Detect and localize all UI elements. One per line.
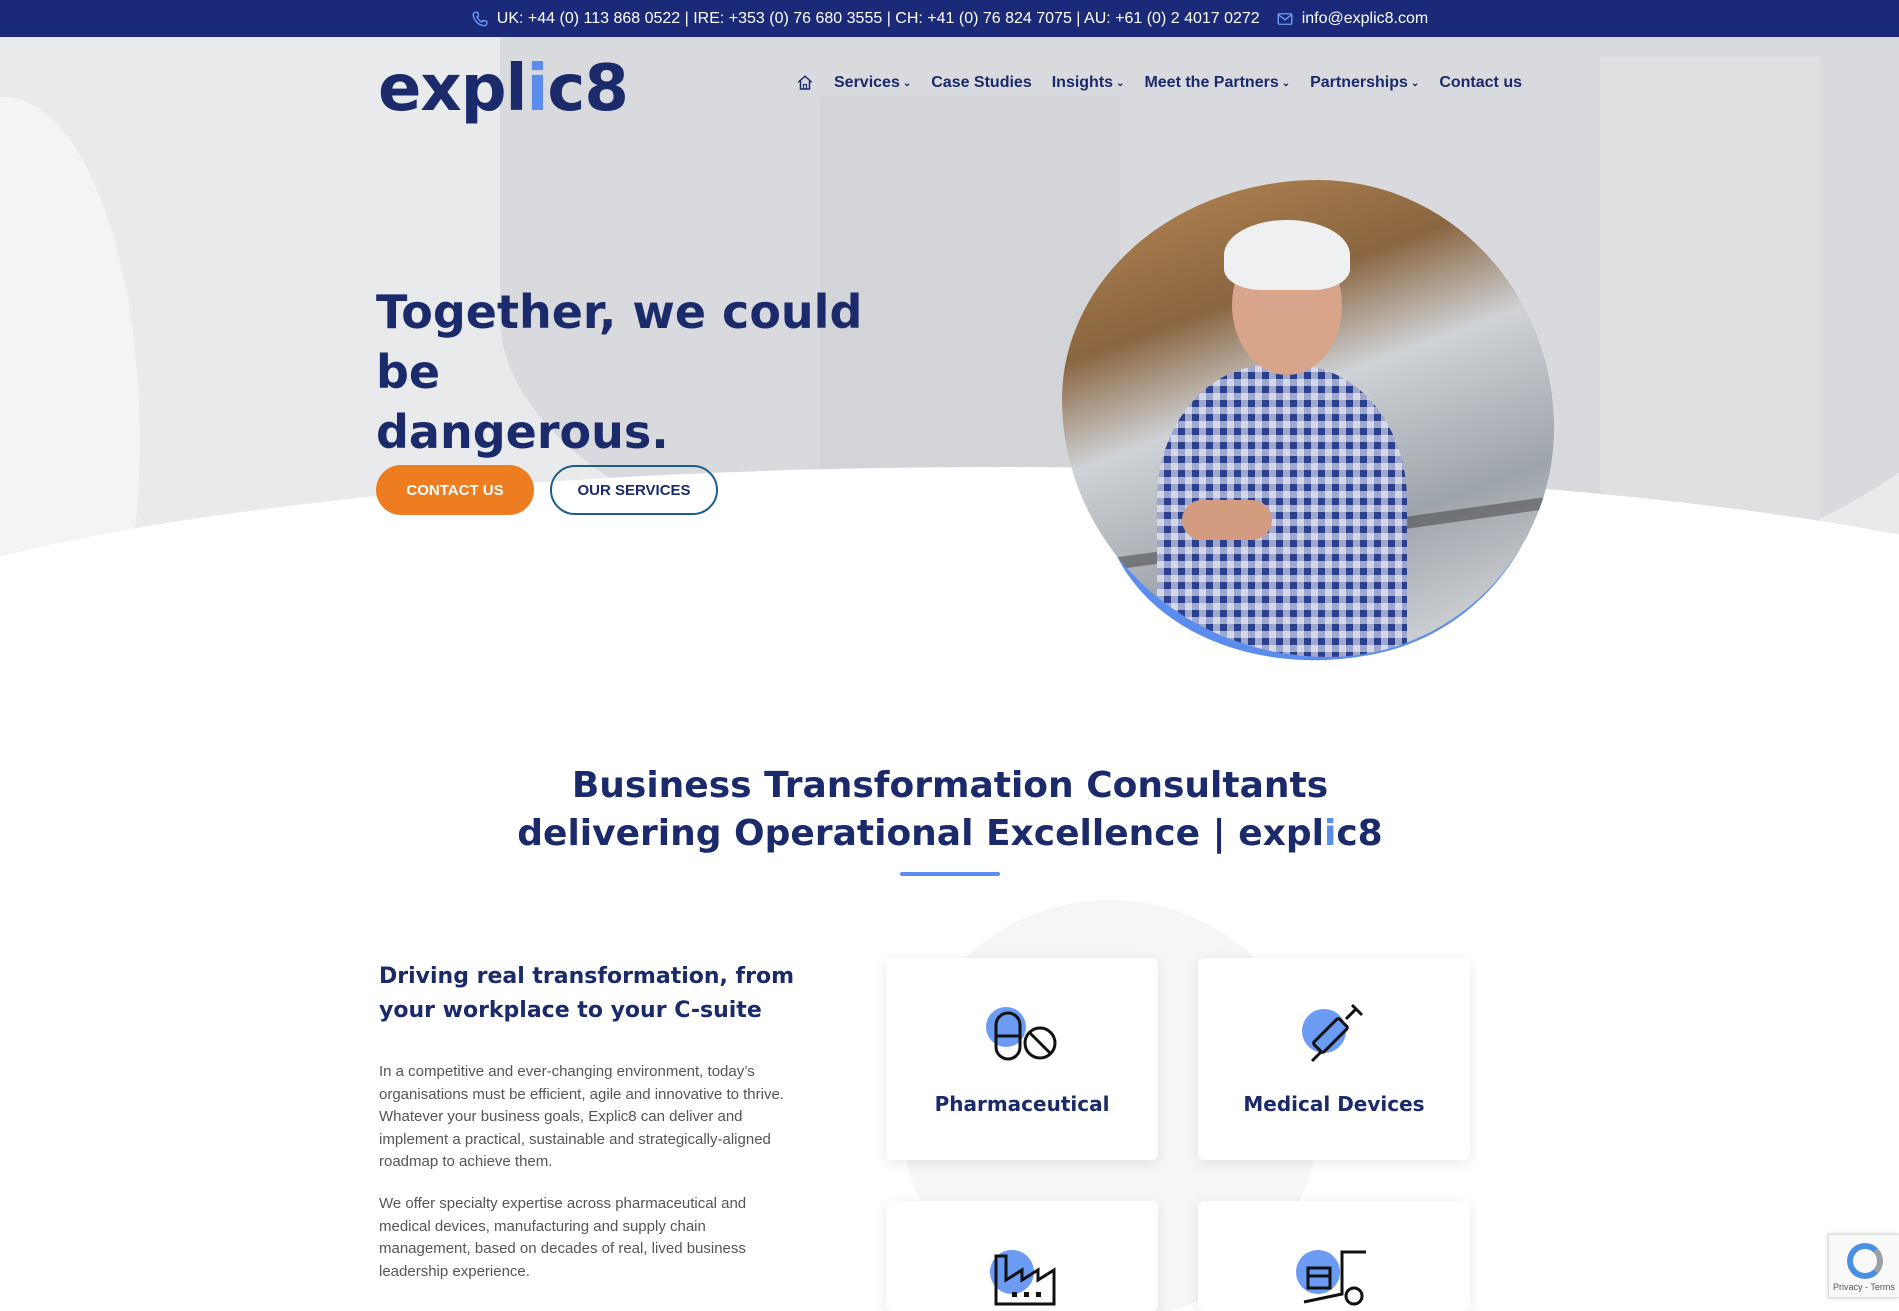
nav-item-case-studies[interactable]: Case Studies — [931, 74, 1031, 92]
hero-wave-divider — [0, 467, 1899, 737]
site-logo[interactable]: explic8 — [378, 52, 629, 126]
hero-background — [0, 37, 1899, 737]
hand-truck-icon — [1296, 1250, 1366, 1306]
title-underline — [900, 872, 1000, 876]
card-label: Pharmaceutical — [934, 1092, 1110, 1116]
card-manufacturing[interactable] — [886, 1201, 1158, 1311]
phone-numbers[interactable]: UK: +44 (0) 113 868 0522 | IRE: +353 (0)… — [497, 10, 1260, 28]
chevron-down-icon: ⌄ — [902, 77, 912, 89]
expertise-paragraph: We offer specialty expertise across phar… — [379, 1195, 747, 1280]
chevron-down-icon: ⌄ — [1410, 77, 1420, 89]
card-medical-devices[interactable]: Medical Devices — [1198, 958, 1470, 1160]
top-contact-bar: UK: +44 (0) 113 868 0522 | IRE: +353 (0)… — [0, 0, 1899, 37]
factory-icon — [990, 1250, 1056, 1306]
our-services-button[interactable]: OUR SERVICES — [550, 465, 718, 515]
section-title: Business Transformation Consultants deli… — [517, 765, 1383, 854]
nav-item-meet-the-partners[interactable]: Meet the Partners ⌄ — [1144, 74, 1290, 92]
card-supply-chain[interactable] — [1198, 1201, 1470, 1311]
nav-item-services[interactable]: Services ⌄ — [834, 74, 911, 92]
chevron-down-icon: ⌄ — [1281, 77, 1291, 89]
nav-item-partnerships[interactable]: Partnerships ⌄ — [1310, 74, 1419, 92]
pill-icon — [986, 1007, 1057, 1061]
hero-title: Together, we could be dangerous. — [376, 285, 863, 459]
section-subtitle: Driving real transformation, from your w… — [379, 964, 795, 1023]
syringe-icon — [1302, 1003, 1364, 1063]
recaptcha-text[interactable]: Privacy - Terms — [1833, 1282, 1895, 1292]
home-icon[interactable] — [796, 74, 814, 92]
nav-item-contact-us[interactable]: Contact us — [1439, 74, 1522, 92]
nav-item-insights[interactable]: Insights ⌄ — [1052, 74, 1125, 92]
recaptcha-icon — [1847, 1243, 1883, 1279]
mail-icon — [1277, 12, 1293, 25]
card-label: Medical Devices — [1243, 1092, 1425, 1116]
phone-icon — [472, 11, 488, 26]
chevron-down-icon: ⌄ — [1116, 77, 1125, 89]
recaptcha-badge[interactable]: Privacy - Terms — [1828, 1234, 1899, 1298]
card-pharmaceutical[interactable]: Pharmaceutical — [886, 958, 1158, 1160]
main-nav: Services ⌄ Case Studies Insights ⌄ Meet th… — [796, 74, 1542, 92]
intro-paragraph: In a competitive and ever-changing envir… — [379, 1063, 784, 1170]
contact-us-button[interactable]: CONTACT US — [376, 465, 534, 515]
email-link[interactable]: info@explic8.com — [1302, 10, 1429, 28]
